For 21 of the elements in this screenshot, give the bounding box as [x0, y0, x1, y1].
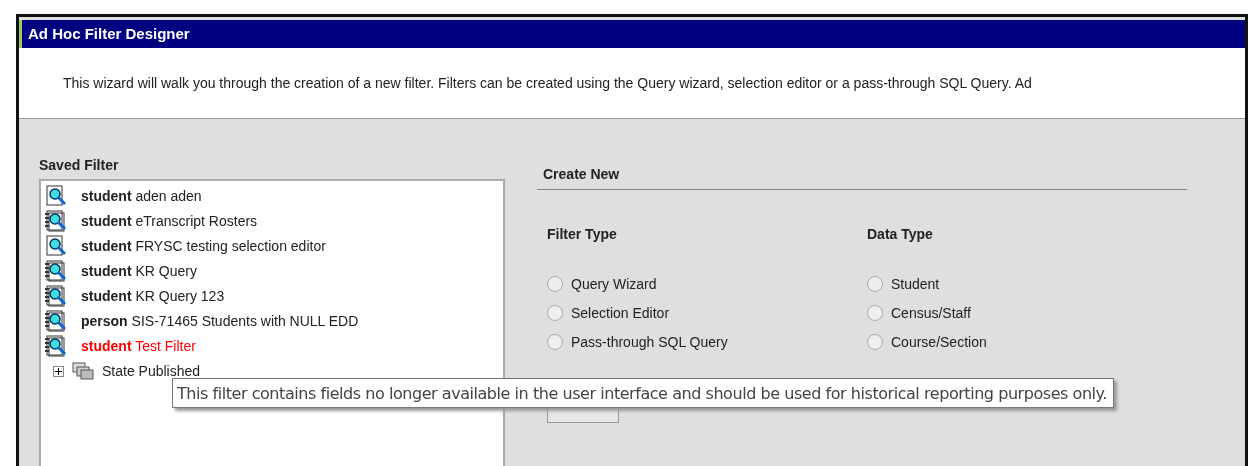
radio-label: Course/Section	[891, 334, 987, 350]
section-heading: Create New	[543, 166, 620, 182]
tooltip: This filter contains fields no longer available in the user interface and should be used for historical reporting purposes only.	[172, 378, 1114, 408]
filter-item[interactable]: student aden aden	[81, 188, 202, 204]
filter-item[interactable]: person SIS-71465 Students with NULL EDD	[81, 313, 359, 329]
description-text: This wizard will walk you through the creation of a new filter. Filters can be created using the Query wizard, selection editor or a pass-through SQL Query. Ad	[63, 75, 1032, 91]
section-heading: Saved Filter	[39, 157, 120, 173]
filter-item[interactable]: student FRYSC testing selection editor	[81, 238, 326, 254]
filter-item[interactable]: student eTranscript Rosters	[81, 213, 258, 229]
radio-label: Selection Editor	[571, 305, 670, 321]
radio-label: Query Wizard	[571, 276, 657, 292]
radio-label: Census/Staff	[891, 305, 971, 321]
filter-item[interactable]: student KR Query	[81, 263, 197, 279]
folder-label[interactable]: State Published	[102, 363, 201, 379]
window-title: Ad Hoc Filter Designer	[19, 20, 1245, 48]
column-heading: Filter Type	[547, 226, 618, 242]
radio-label: Pass-through SQL Query	[571, 334, 728, 350]
filter-item[interactable]: student KR Query 123	[81, 288, 225, 304]
column-heading: Data Type	[867, 226, 934, 242]
filter-item[interactable]: student Test Filter	[81, 338, 196, 354]
radio-label: Student	[891, 276, 940, 292]
